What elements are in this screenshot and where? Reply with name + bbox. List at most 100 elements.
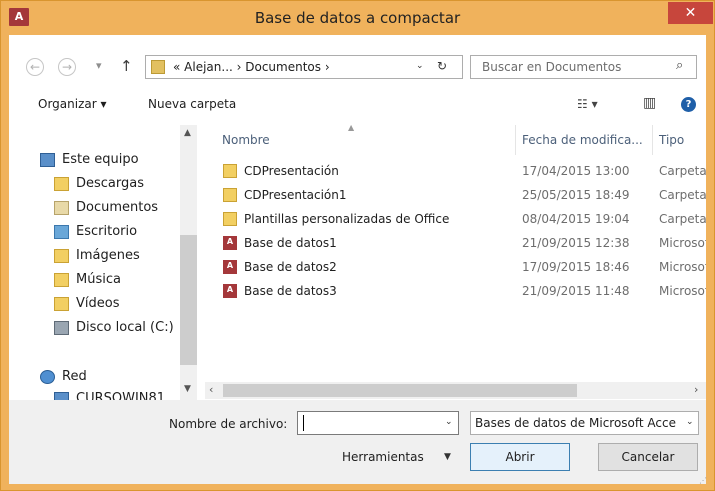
file-type: Microsoft <box>659 260 706 274</box>
organize-button[interactable]: Organizar ▾ <box>38 97 107 111</box>
access-database-icon: A <box>223 284 237 298</box>
file-name: CDPresentación <box>244 164 339 178</box>
file-row[interactable]: CDPresentación1 25/05/2015 18:49 Carpeta… <box>205 184 706 208</box>
dialog-window: Base de datos a compactar A ✕ ← → ▾ ↑ « … <box>0 0 715 491</box>
sidebar-item-videos[interactable]: Vídeos <box>9 294 179 316</box>
music-folder-icon <box>54 273 69 287</box>
sidebar-item-label: Documentos <box>76 200 159 215</box>
file-row[interactable]: A Base de datos1 21/09/2015 12:38 Micros… <box>205 232 706 256</box>
sidebar-item-documentos[interactable]: Documentos <box>9 198 179 220</box>
file-name: Plantillas personalizadas de Office <box>244 212 450 226</box>
access-database-icon: A <box>223 260 237 274</box>
filename-input[interactable]: ⌄ <box>297 411 459 435</box>
sidebar-item-label: Música <box>76 272 121 287</box>
column-header-name[interactable]: Nombre <box>222 133 270 147</box>
folder-icon <box>151 60 165 74</box>
column-header-date[interactable]: Fecha de modifica... <box>522 133 643 147</box>
address-bar[interactable]: « Alejan... › Documentos › ⌄ ↻ <box>145 55 463 79</box>
filetype-select[interactable]: Bases de datos de Microsoft Acce ⌄ <box>470 411 699 435</box>
address-path[interactable]: « Alejan... › Documentos › <box>173 60 330 74</box>
chevron-down-icon[interactable]: ⌄ <box>445 417 453 427</box>
file-date: 08/04/2015 19:04 <box>522 212 630 226</box>
back-button[interactable]: ← <box>26 58 44 76</box>
file-type: Microsoft <box>659 236 706 250</box>
sidebar-item-escritorio[interactable]: Escritorio <box>9 222 179 244</box>
file-list: ▲ Nombre Fecha de modifica... Tipo CDPre… <box>205 125 706 400</box>
help-icon[interactable]: ? <box>681 97 696 112</box>
sort-ascending-icon: ▲ <box>348 125 355 132</box>
up-button[interactable]: ↑ <box>120 57 133 75</box>
access-app-icon: A <box>9 8 29 26</box>
dropdown-triangle-icon[interactable]: ▼ <box>444 452 451 462</box>
sidebar-item-label: Red <box>62 369 87 384</box>
file-name: Base de datos2 <box>244 260 337 274</box>
text-caret <box>303 415 304 431</box>
documents-folder-icon <box>54 201 69 215</box>
search-placeholder: Buscar en Documentos <box>482 60 622 74</box>
sidebar-item-label: Disco local (C:) <box>76 320 174 335</box>
filename-label: Nombre de archivo: <box>169 417 288 431</box>
file-row[interactable]: CDPresentación 17/04/2015 13:00 Carpeta … <box>205 160 706 184</box>
sidebar-item-label: Este equipo <box>62 152 139 167</box>
sidebar-item-red[interactable]: Red <box>9 367 179 389</box>
column-divider[interactable] <box>652 125 653 155</box>
preview-pane-icon[interactable]: ▥ <box>643 95 656 111</box>
sidebar-item-imagenes[interactable]: Imágenes <box>9 246 179 268</box>
title-bar[interactable]: Base de datos a compactar A ✕ <box>1 1 714 35</box>
recent-locations-icon[interactable]: ▾ <box>96 59 102 72</box>
file-date: 21/09/2015 11:48 <box>522 284 630 298</box>
sidebar-item-label: Escritorio <box>76 224 138 239</box>
resize-grip-icon[interactable]: ⋰ <box>699 476 707 485</box>
sidebar-item-label: Descargas <box>76 176 145 191</box>
open-button[interactable]: Abrir <box>470 443 570 471</box>
access-database-icon: A <box>223 236 237 250</box>
sidebar-scrollbar[interactable]: ▲ ▼ <box>180 125 197 400</box>
local-disk-icon <box>54 321 69 335</box>
file-date: 25/05/2015 18:49 <box>522 188 630 202</box>
downloads-folder-icon <box>54 177 69 191</box>
sidebar-item-este-equipo[interactable]: Este equipo <box>9 150 179 172</box>
chevron-down-icon[interactable]: ⌄ <box>416 61 424 71</box>
view-options-icon[interactable]: ☷ ▾ <box>577 97 598 111</box>
sidebar-item-label: CURSOWIN81 <box>76 391 166 400</box>
file-type: Carpeta d <box>659 164 706 178</box>
scroll-left-icon[interactable]: ‹ <box>209 383 213 396</box>
file-name: Base de datos3 <box>244 284 337 298</box>
tools-menu-button[interactable]: Herramientas <box>342 450 424 464</box>
scrollbar-thumb[interactable] <box>180 235 197 365</box>
command-toolbar: Organizar ▾ Nueva carpeta ☷ ▾ ▥ ? <box>9 91 706 119</box>
window-title: Base de datos a compactar <box>254 9 461 27</box>
scroll-down-icon[interactable]: ▼ <box>184 384 191 394</box>
file-date: 17/04/2015 13:00 <box>522 164 630 178</box>
cancel-button[interactable]: Cancelar <box>598 443 698 471</box>
file-row[interactable]: A Base de datos2 17/09/2015 18:46 Micros… <box>205 256 706 280</box>
sidebar-item-descargas[interactable]: Descargas <box>9 174 179 196</box>
scroll-right-icon[interactable]: › <box>694 383 698 396</box>
pictures-folder-icon <box>54 249 69 263</box>
navigation-bar: ← → ▾ ↑ « Alejan... › Documentos › ⌄ ↻ B… <box>9 35 706 85</box>
file-list-scrollbar[interactable]: ‹ › <box>205 382 706 399</box>
search-input[interactable]: Buscar en Documentos ⌕ <box>470 55 697 79</box>
new-folder-button[interactable]: Nueva carpeta <box>148 97 236 111</box>
forward-button[interactable]: → <box>58 58 76 76</box>
close-button[interactable]: ✕ <box>668 2 713 24</box>
scrollbar-thumb[interactable] <box>223 384 577 397</box>
chevron-down-icon[interactable]: ⌄ <box>686 417 694 427</box>
file-type: Carpeta d <box>659 188 706 202</box>
search-icon[interactable]: ⌕ <box>676 58 683 73</box>
refresh-icon[interactable]: ↻ <box>437 59 447 73</box>
folder-icon <box>223 188 237 202</box>
file-date: 17/09/2015 18:46 <box>522 260 630 274</box>
file-row[interactable]: A Base de datos3 21/09/2015 11:48 Micros… <box>205 280 706 304</box>
scroll-up-icon[interactable]: ▲ <box>184 128 191 138</box>
column-divider[interactable] <box>515 125 516 155</box>
file-type: Carpeta d <box>659 212 706 226</box>
videos-folder-icon <box>54 297 69 311</box>
file-row[interactable]: Plantillas personalizadas de Office 08/0… <box>205 208 706 232</box>
sidebar-item-cursowin81[interactable]: CURSOWIN81 <box>9 389 179 400</box>
sidebar-item-label: Vídeos <box>76 296 120 311</box>
sidebar-item-musica[interactable]: Música <box>9 270 179 292</box>
sidebar-item-disco-local[interactable]: Disco local (C:) <box>9 318 179 340</box>
filetype-value: Bases de datos de Microsoft Acce <box>475 416 676 430</box>
column-header-type[interactable]: Tipo <box>659 133 684 147</box>
